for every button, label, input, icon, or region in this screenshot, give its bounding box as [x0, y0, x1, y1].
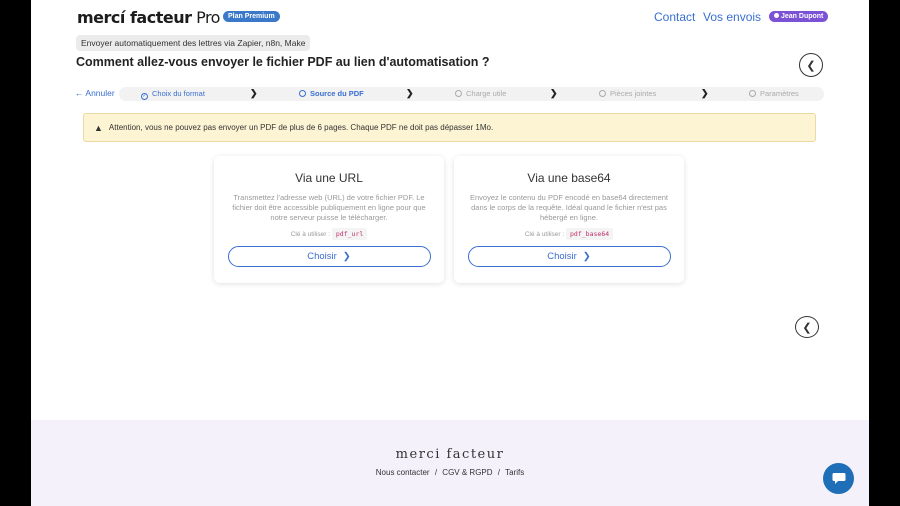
footer-link-contact[interactable]: Nous contacter — [376, 468, 430, 477]
warning-text: Attention, vous ne pouvez pas envoyer un… — [108, 123, 494, 132]
card-key: Clé à utiliser : pdf_base64 — [454, 228, 684, 240]
choose-url-button[interactable]: Choisir ❯ — [227, 246, 431, 267]
user-menu[interactable]: Jean Dupont — [769, 11, 829, 22]
chat-icon — [832, 473, 845, 484]
warning-alert: ▲ Attention, vous ne pouvez pas envoyer … — [83, 113, 816, 142]
nav-envois-link[interactable]: Vos envois — [703, 10, 761, 24]
user-name: Jean Dupont — [781, 13, 824, 20]
circle-icon — [299, 90, 306, 97]
page: mercí facteur Pro Plan Premium Contact V… — [31, 0, 869, 506]
app-logo[interactable]: mercí facteur Pro — [77, 8, 220, 27]
chevron-right-icon: ❯ — [250, 88, 258, 98]
circle-icon — [455, 90, 462, 97]
card-description: Envoyez le contenu du PDF encodé en base… — [469, 193, 669, 222]
page-title: Comment allez-vous envoyer le fichier PD… — [76, 55, 490, 69]
card-description: Transmettez l'adresse web (URL) de votre… — [232, 193, 426, 222]
check-circle-icon: ✓ — [141, 93, 148, 100]
chevron-right-icon: ❯ — [406, 88, 414, 98]
chevron-right-icon: ❯ — [701, 88, 709, 98]
previous-button[interactable]: ❮ — [795, 316, 819, 338]
footer: merci facteur Nous contacter / CGV & RGP… — [31, 420, 869, 506]
back-button[interactable]: ❮ — [799, 53, 823, 77]
chevron-right-icon: ❯ — [582, 251, 591, 262]
card-title: Via une URL — [295, 171, 363, 185]
chevron-left-icon: ❮ — [806, 59, 816, 72]
chevron-right-icon: ❯ — [342, 251, 351, 262]
subtitle-pill: Envoyer automatiquement des lettres via … — [76, 35, 311, 51]
key-code: pdf_base64 — [566, 228, 614, 240]
card-title: Via une base64 — [527, 171, 611, 185]
base64-option-card: Via une base64 Envoyez le contenu du PDF… — [454, 156, 684, 283]
warning-icon: ▲ — [94, 122, 103, 133]
step-attachments[interactable]: Pièces jointes — [599, 89, 656, 98]
step-payload[interactable]: Charge utile — [455, 89, 506, 98]
chevron-left-icon: ❮ — [802, 321, 812, 334]
chat-button[interactable] — [823, 463, 854, 494]
arrow-left-icon: ← — [75, 88, 86, 98]
key-code: pdf_url — [331, 228, 368, 240]
chevron-right-icon: ❯ — [550, 88, 558, 98]
plan-badge: Plan Premium — [223, 11, 280, 22]
footer-link-cgv[interactable]: CGV & RGPD — [442, 468, 492, 477]
step-settings[interactable]: Paramètres — [749, 89, 799, 98]
step-source[interactable]: Source du PDF — [299, 89, 364, 98]
nav-contact-link[interactable]: Contact — [654, 10, 695, 24]
footer-links: Nous contacter / CGV & RGPD / Tarifs — [375, 468, 525, 477]
step-format[interactable]: ✓ Choix du format — [141, 89, 205, 100]
user-icon — [774, 13, 779, 18]
url-option-card: Via une URL Transmettez l'adresse web (U… — [214, 156, 444, 283]
footer-logo: merci facteur — [395, 447, 505, 462]
footer-link-tarifs[interactable]: Tarifs — [505, 468, 524, 477]
circle-icon — [749, 90, 756, 97]
choose-base64-button[interactable]: Choisir ❯ — [467, 246, 671, 267]
circle-icon — [599, 90, 606, 97]
cancel-link[interactable]: ← Annuler — [75, 88, 115, 98]
card-key: Clé à utiliser : pdf_url — [214, 228, 444, 240]
